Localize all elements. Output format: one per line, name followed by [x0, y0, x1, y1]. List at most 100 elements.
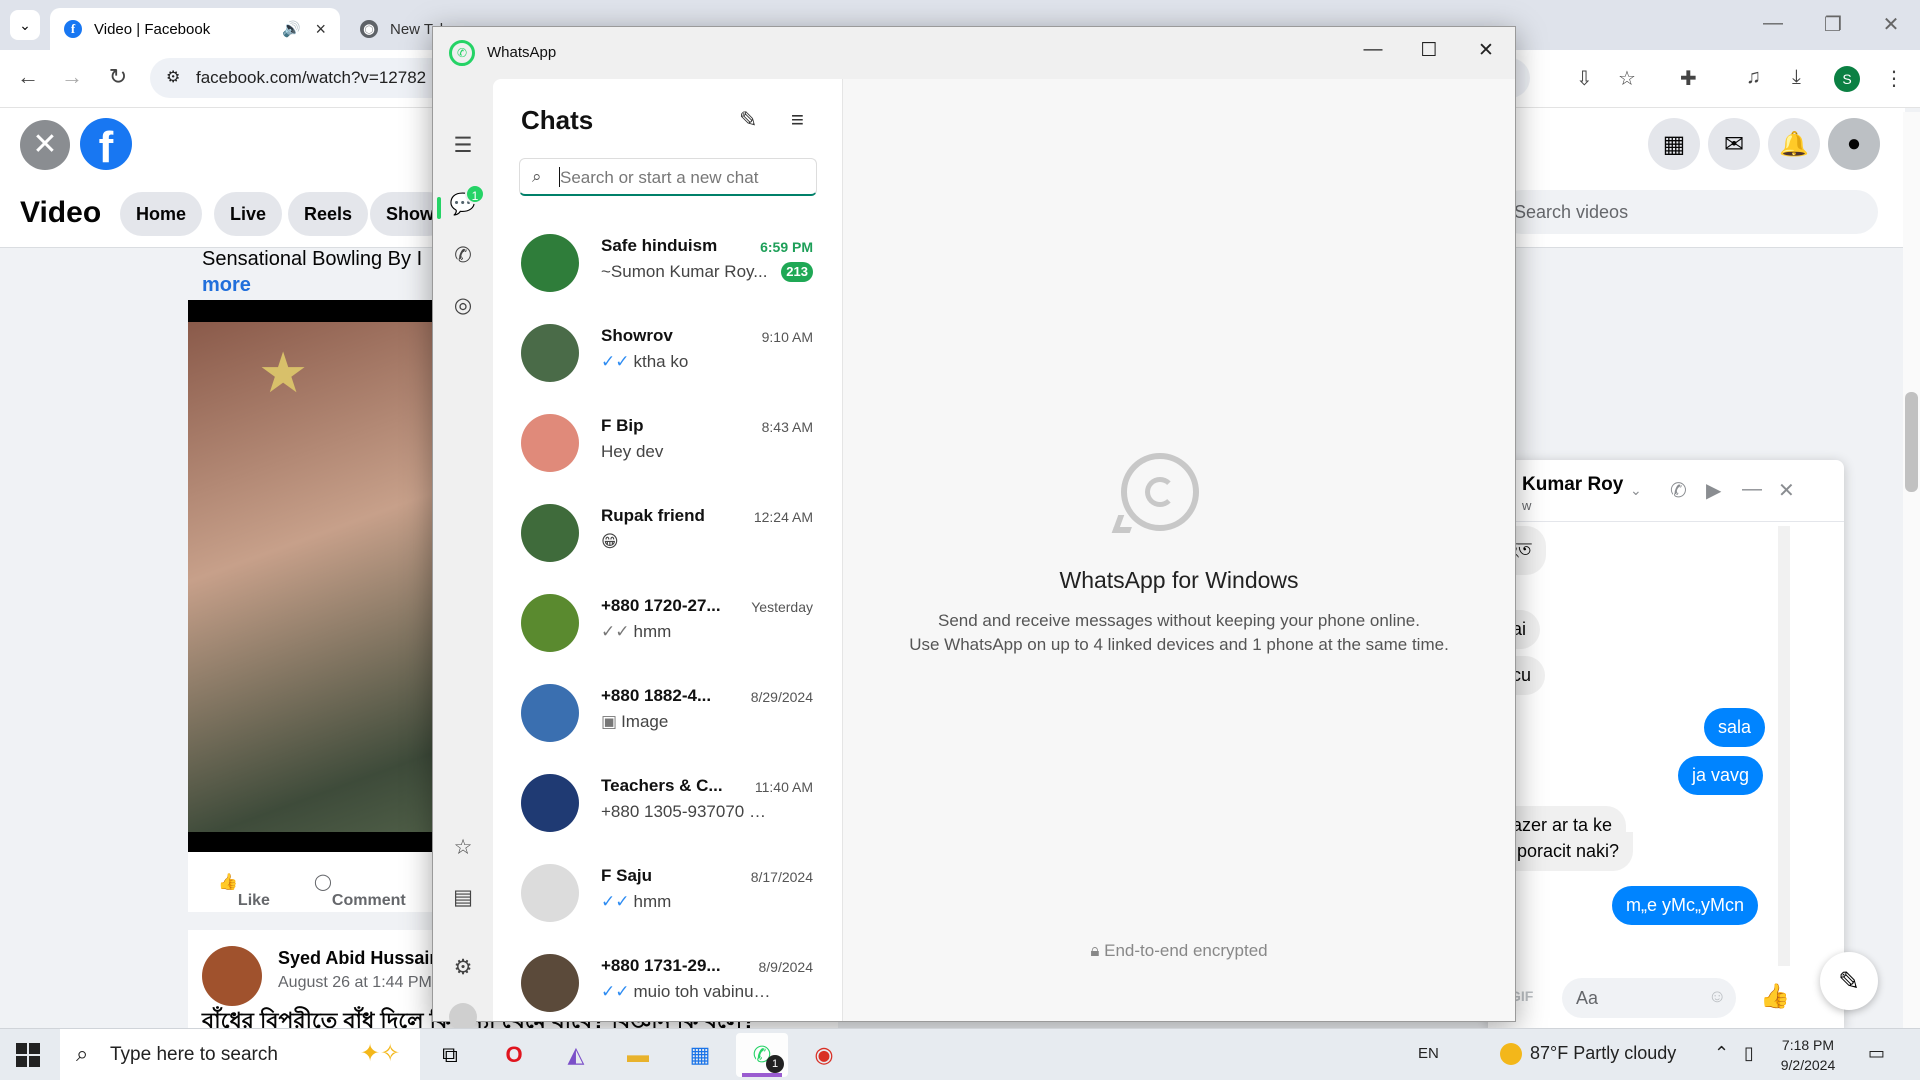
- close-icon[interactable]: ✕: [1876, 12, 1906, 37]
- comment-button[interactable]: ◯ Comment: [314, 872, 406, 909]
- calls-icon[interactable]: ✆: [449, 243, 477, 271]
- like-button[interactable]: 👍 Like: [218, 872, 270, 909]
- notifications-icon[interactable]: ▭: [1868, 1043, 1885, 1064]
- chat-avatar[interactable]: [521, 594, 579, 652]
- chat-row[interactable]: +880 1720-27... Yesterday ✓✓ hmm: [493, 577, 842, 667]
- post-date[interactable]: August 26 at 1:44 PM: [278, 974, 432, 992]
- new-chat-icon[interactable]: ✎: [739, 107, 757, 133]
- chat-scrollbar[interactable]: [1778, 526, 1790, 966]
- chat-row[interactable]: Rupak friend 12:24 AM 😁: [493, 487, 842, 577]
- post-author[interactable]: Syed Abid Hussain: [278, 948, 440, 969]
- profile-avatar[interactable]: S: [1834, 66, 1860, 92]
- tab-facebook[interactable]: f Video | Facebook 🔊 ×: [50, 8, 340, 50]
- encryption-label: End-to-end encrypted: [1104, 941, 1268, 960]
- maximize-icon[interactable]: ☐: [1414, 39, 1444, 62]
- contact-name[interactable]: Kumar Roy: [1522, 474, 1623, 496]
- phone-icon[interactable]: ✆: [1670, 478, 1687, 503]
- close-chat-icon[interactable]: ✕: [1778, 478, 1795, 503]
- clock[interactable]: 7:18 PM 9/2/2024: [1778, 1035, 1838, 1075]
- nav-live[interactable]: Live: [214, 192, 283, 236]
- settings-icon[interactable]: ⚙: [449, 955, 477, 983]
- messenger-icon[interactable]: ✉: [1708, 118, 1760, 170]
- minimize-icon[interactable]: —: [1758, 12, 1788, 35]
- menu-grid-icon[interactable]: ▦: [1648, 118, 1700, 170]
- profile-avatar[interactable]: [449, 1003, 477, 1031]
- chat-avatar[interactable]: [521, 324, 579, 382]
- see-more-link[interactable]: more: [202, 274, 251, 297]
- page-scrollbar[interactable]: [1903, 112, 1920, 1028]
- chat-avatar[interactable]: [521, 414, 579, 472]
- chat-row[interactable]: F Bip 8:43 AM Hey dev: [493, 397, 842, 487]
- facebook-favicon-icon: f: [64, 20, 82, 38]
- nav-reels[interactable]: Reels: [288, 192, 369, 236]
- extensions-icon[interactable]: ✚: [1680, 66, 1697, 91]
- windows-start-icon[interactable]: [16, 1043, 40, 1067]
- chat-search-input[interactable]: ⌕ Search or start a new chat: [519, 158, 817, 196]
- visual-studio-icon[interactable]: ◭: [550, 1033, 602, 1077]
- tab-close-icon[interactable]: ×: [315, 19, 326, 40]
- video-search-input[interactable]: Search videos: [1500, 190, 1878, 234]
- video-call-icon[interactable]: ▶: [1706, 478, 1721, 503]
- file-explorer-icon[interactable]: ▬: [612, 1033, 664, 1077]
- bookmark-star-icon[interactable]: ☆: [1618, 66, 1636, 91]
- chat-avatar[interactable]: [521, 504, 579, 562]
- post-caption: Sensational Bowling By I: [202, 248, 423, 270]
- new-message-button[interactable]: ✎: [1820, 952, 1878, 1010]
- speaker-icon[interactable]: 🔊: [282, 20, 301, 38]
- reload-icon[interactable]: ↻: [104, 64, 132, 90]
- opera-icon[interactable]: O: [488, 1033, 540, 1077]
- menu-dots-icon[interactable]: ⋮: [1884, 66, 1904, 91]
- weather-widget[interactable]: 87°F Partly cloudy: [1500, 1043, 1676, 1066]
- author-avatar[interactable]: [202, 946, 262, 1006]
- hamburger-menu-icon[interactable]: ☰: [449, 133, 477, 161]
- status-icon[interactable]: ◎: [449, 293, 477, 321]
- starred-icon[interactable]: ☆: [449, 835, 477, 863]
- chevron-down-icon[interactable]: ⌄: [1630, 482, 1642, 499]
- comment-label: Comment: [331, 892, 406, 909]
- minimize-chat-icon[interactable]: —: [1742, 478, 1762, 501]
- site-info-icon[interactable]: ⚙: [166, 67, 180, 87]
- chrome-taskbar-icon[interactable]: ◉: [798, 1033, 850, 1077]
- chat-row[interactable]: Showrov 9:10 AM ✓✓ ktha ko: [493, 307, 842, 397]
- chat-avatar[interactable]: [521, 774, 579, 832]
- restore-icon[interactable]: ❐: [1818, 12, 1848, 37]
- taskbar-search-input[interactable]: ⌕ Type here to search ✦✧: [60, 1029, 420, 1080]
- chevron-up-icon[interactable]: ⌃: [1714, 1043, 1729, 1064]
- language-indicator[interactable]: EN: [1418, 1045, 1439, 1062]
- nav-home[interactable]: Home: [120, 192, 203, 236]
- chat-avatar[interactable]: [521, 234, 579, 292]
- device-icon[interactable]: ▯: [1744, 1043, 1754, 1064]
- scrollbar-thumb[interactable]: [1905, 392, 1918, 492]
- chat-avatar[interactable]: [521, 864, 579, 922]
- close-icon[interactable]: ✕: [1471, 39, 1501, 62]
- chat-avatar[interactable]: [521, 684, 579, 742]
- close-video-button[interactable]: ✕: [20, 120, 70, 170]
- notifications-bell-icon[interactable]: 🔔: [1768, 118, 1820, 170]
- account-avatar[interactable]: ●: [1828, 118, 1880, 170]
- tab-search-button[interactable]: ⌄: [10, 10, 40, 40]
- thumbs-up-icon[interactable]: 👍: [1760, 982, 1790, 1011]
- task-view-icon[interactable]: ⧉: [424, 1033, 476, 1077]
- chat-row[interactable]: F Saju 8/17/2024 ✓✓ hmm: [493, 847, 842, 937]
- windows-taskbar: ⌕ Type here to search ✦✧ ⧉ O ◭ ▬ ▦ ✆ ◉ E…: [0, 1028, 1920, 1080]
- url-text: facebook.com/watch?v=12782: [196, 68, 427, 87]
- chat-row[interactable]: Safe hinduism 6:59 PM ~Sumon Kumar Roy... 2…: [493, 217, 842, 307]
- facebook-logo[interactable]: f: [80, 118, 132, 172]
- chat-preview-text: Image: [621, 712, 669, 731]
- archive-icon[interactable]: ▤: [449, 885, 477, 913]
- chat-preview: ✓✓ hmm: [601, 622, 771, 642]
- chat-avatar[interactable]: [521, 954, 579, 1012]
- back-icon[interactable]: ←: [14, 64, 42, 90]
- chat-row[interactable]: Teachers & C... 11:40 AM +880 1305-937070 …: [493, 757, 842, 847]
- downloads-icon[interactable]: ⤓: [1792, 66, 1801, 89]
- media-control-icon[interactable]: ♫: [1746, 66, 1761, 89]
- chat-row[interactable]: +880 1882-4... 8/29/2024 ▣ Image: [493, 667, 842, 757]
- emoji-icon[interactable]: ☺: [1708, 986, 1726, 1007]
- forward-icon[interactable]: →: [58, 64, 86, 90]
- minimize-icon[interactable]: —: [1358, 39, 1388, 61]
- install-app-icon[interactable]: ⇩: [1576, 66, 1593, 91]
- chat-name: +880 1882-4...: [601, 686, 712, 705]
- microsoft-store-icon[interactable]: ▦: [674, 1033, 726, 1077]
- filter-icon[interactable]: ≡: [791, 107, 804, 133]
- chat-row[interactable]: +880 1731-29... 8/9/2024 ✓✓ muio toh vabinu…: [493, 937, 842, 1021]
